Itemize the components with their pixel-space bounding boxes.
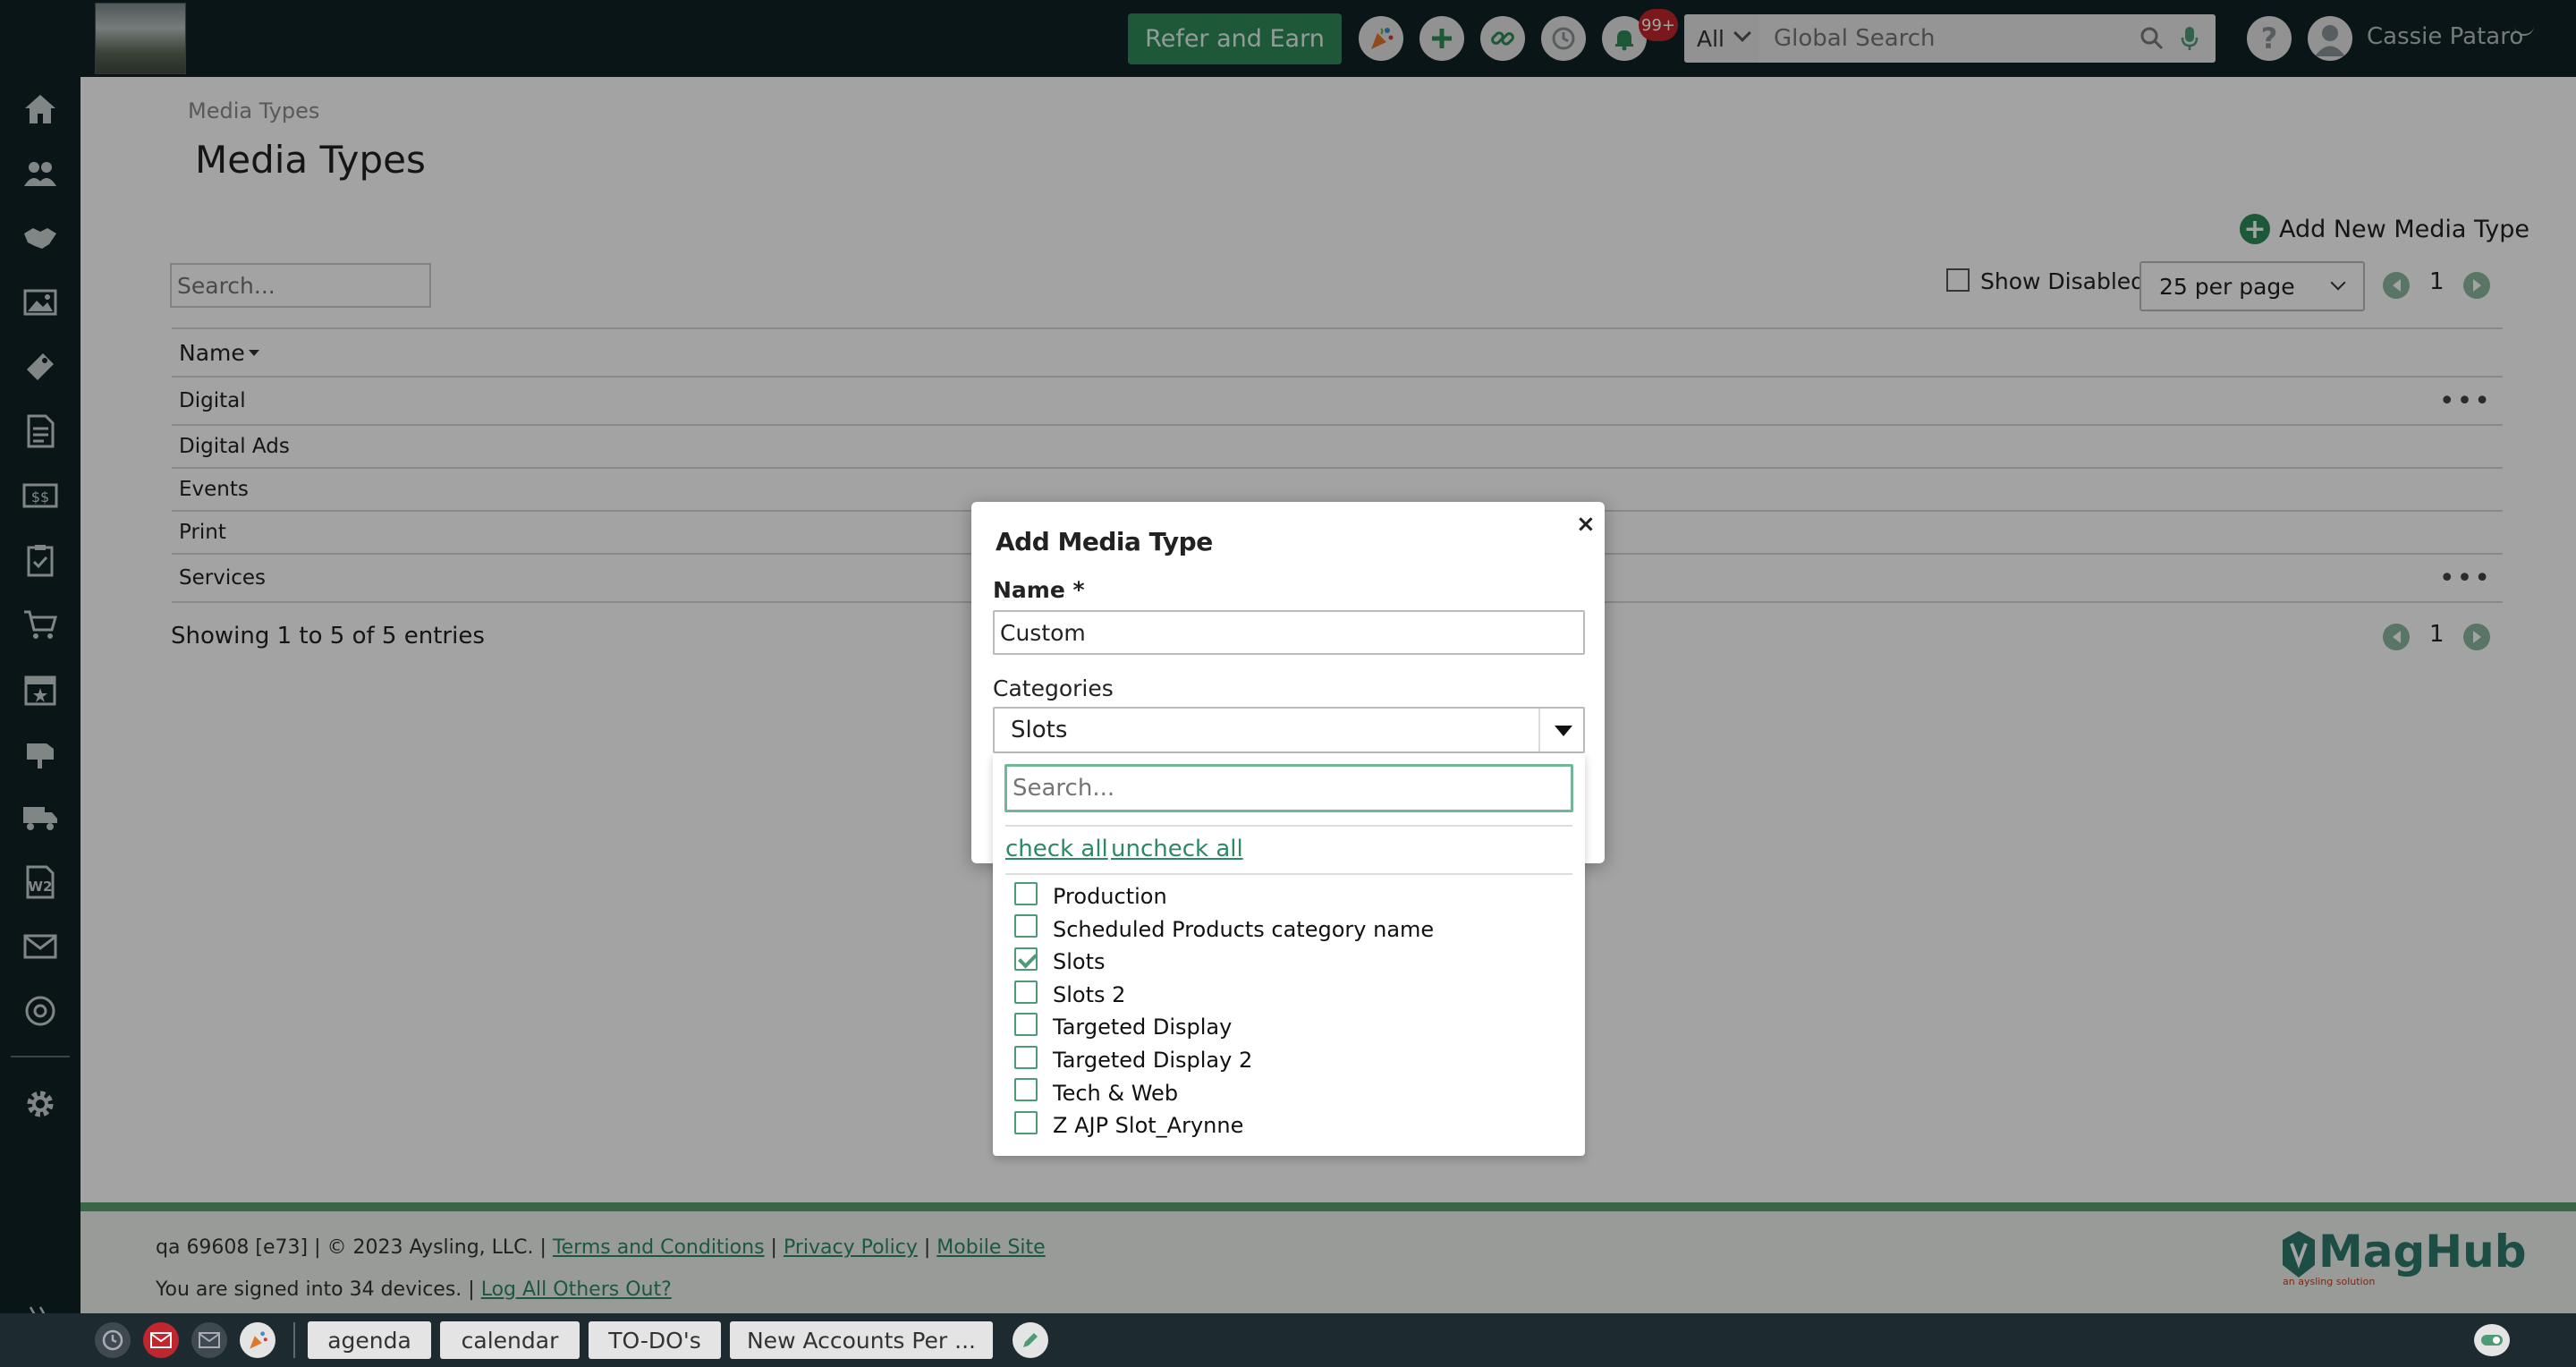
- checkbox[interactable]: [1014, 1078, 1038, 1101]
- checkbox-checked[interactable]: [1014, 947, 1038, 971]
- categories-select[interactable]: Slots: [993, 707, 1585, 753]
- categories-label: Categories: [993, 675, 1114, 701]
- name-input[interactable]: [993, 610, 1585, 655]
- party-popper-icon[interactable]: [240, 1322, 275, 1358]
- check-all-link[interactable]: check all: [1005, 836, 1108, 862]
- taskbar-tab-todos[interactable]: TO-DO's: [589, 1321, 721, 1359]
- bottom-taskbar: agenda calendar TO-DO's New Accounts Per…: [0, 1313, 2576, 1367]
- taskbar-tab-calendar[interactable]: calendar: [440, 1321, 580, 1359]
- categories-selected-value: Slots: [1011, 717, 1068, 743]
- checkbox[interactable]: [1014, 981, 1038, 1004]
- checkbox[interactable]: [1014, 1013, 1038, 1036]
- taskbar-tab-agenda[interactable]: agenda: [308, 1321, 431, 1359]
- checkbox[interactable]: [1014, 1111, 1038, 1134]
- taskbar-tab-new-accounts[interactable]: New Accounts Per ...: [730, 1321, 993, 1359]
- panel-divider: [1005, 825, 1572, 827]
- dropdown-search-input[interactable]: [1004, 764, 1573, 812]
- uncheck-all-link[interactable]: uncheck all: [1111, 836, 1243, 862]
- mail-icon[interactable]: [191, 1322, 227, 1358]
- toggle-icon[interactable]: [2474, 1324, 2510, 1356]
- dropdown-divider: [1538, 709, 1540, 751]
- modal-title: Add Media Type: [996, 527, 1213, 556]
- email-alert-icon[interactable]: [143, 1322, 179, 1358]
- checkbox[interactable]: [1014, 914, 1038, 938]
- taskbar-divider: [293, 1322, 295, 1358]
- clock-icon[interactable]: [95, 1322, 131, 1358]
- checkbox[interactable]: [1014, 1046, 1038, 1069]
- caret-down-icon: [1555, 726, 1572, 736]
- checkbox[interactable]: [1014, 882, 1038, 905]
- close-icon[interactable]: ×: [1576, 511, 1596, 538]
- pencil-icon[interactable]: [1013, 1322, 1048, 1358]
- name-label: Name *: [993, 577, 1085, 603]
